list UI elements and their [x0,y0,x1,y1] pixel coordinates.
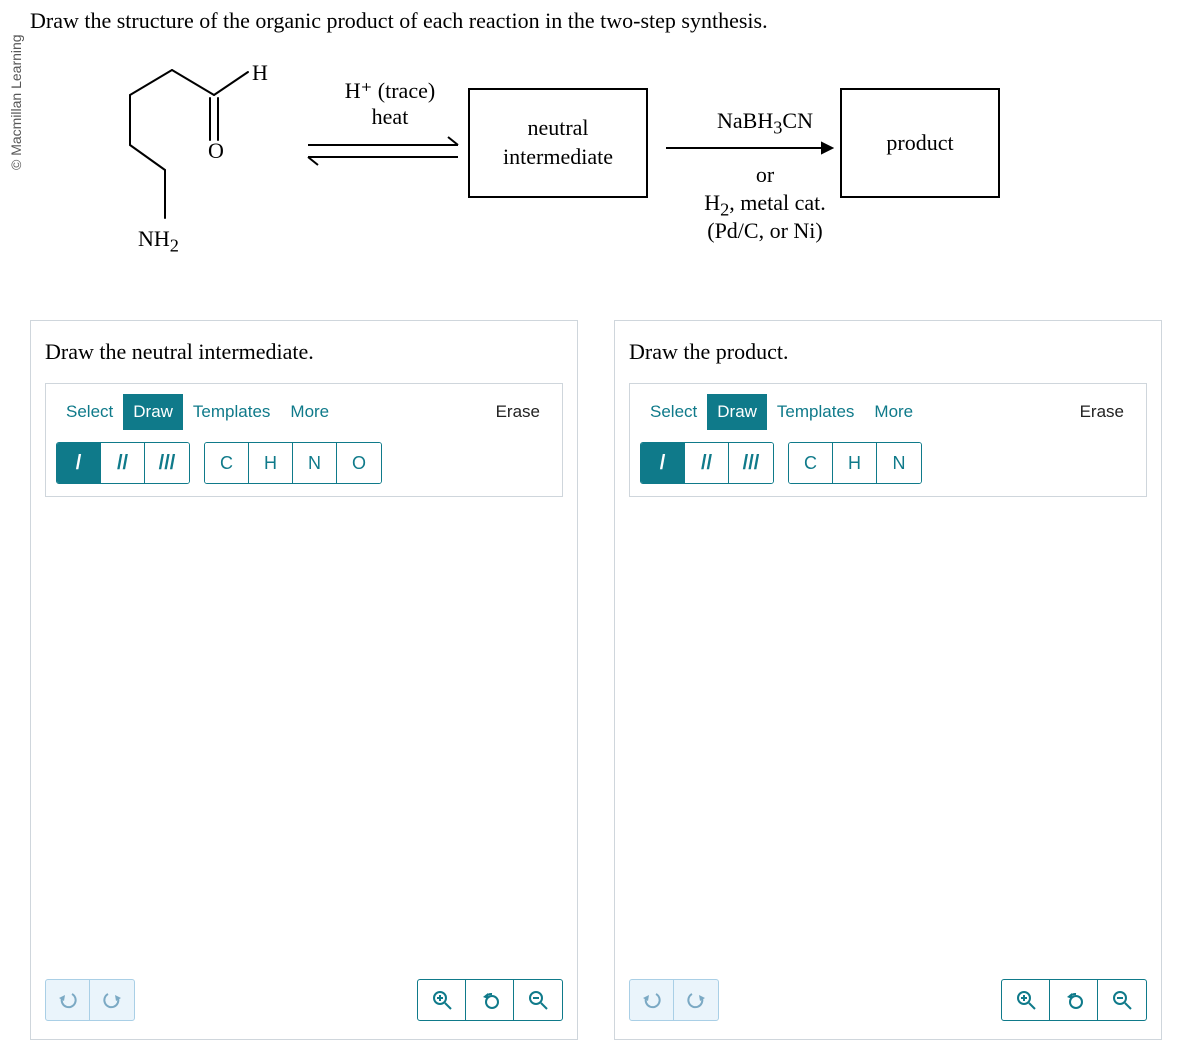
step1-conditions: H⁺ (trace) heat [320,78,460,130]
atom-c-button[interactable]: C [789,443,833,483]
triple-bond-button[interactable]: /// [729,443,773,483]
triple-bond-button[interactable]: /// [145,443,189,483]
equilibrium-arrow-icon [298,135,468,169]
panel-intermediate: Draw the neutral intermediate. Select Dr… [30,320,578,1040]
bottom-toolbar [45,979,563,1021]
atom-o-button[interactable]: O [337,443,381,483]
toolbar: Select Draw Templates More Erase / // //… [629,383,1147,497]
zoom-out-icon [1111,989,1133,1011]
tab-select[interactable]: Select [56,394,123,430]
single-bond-button[interactable]: / [641,443,685,483]
atom-n-button[interactable]: N [293,443,337,483]
toolbar: Select Draw Templates More Erase / // //… [45,383,563,497]
tab-more[interactable]: More [864,394,923,430]
zoom-out-button[interactable] [514,980,562,1020]
zoom-reset-icon [479,989,501,1011]
redo-button[interactable] [674,980,718,1020]
tab-templates[interactable]: Templates [767,394,864,430]
zoom-out-icon [527,989,549,1011]
atom-group: C H N O [204,442,382,484]
step2-reagent-a: NaBH3CN [680,108,850,138]
tab-select[interactable]: Select [640,394,707,430]
intermediate-box: neutral intermediate [468,88,648,198]
zoom-out-button[interactable] [1098,980,1146,1020]
zoom-group [1001,979,1147,1021]
erase-button[interactable]: Erase [484,394,552,430]
bottom-toolbar [629,979,1147,1021]
bond-group: / // /// [640,442,774,484]
panel-product: Draw the product. Select Draw Templates … [614,320,1162,1040]
atom-h-button[interactable]: H [833,443,877,483]
zoom-in-icon [1015,989,1037,1011]
tab-templates[interactable]: Templates [183,394,280,430]
product-box: product [840,88,1000,198]
zoom-in-icon [431,989,453,1011]
zoom-reset-button[interactable] [466,980,514,1020]
redo-icon [102,990,122,1010]
zoom-reset-button[interactable] [1050,980,1098,1020]
amine-label: NH2 [138,226,179,256]
intermediate-box-label: neutral intermediate [503,114,613,171]
undo-button[interactable] [630,980,674,1020]
aldehyde-h-label: H [252,60,268,86]
undo-button[interactable] [46,980,90,1020]
copyright-text: © Macmillan Learning [8,34,24,170]
double-bond-button[interactable]: // [685,443,729,483]
product-box-label: product [886,129,953,158]
undo-icon [58,990,78,1010]
svg-text:O: O [208,138,224,163]
reaction-arrow-icon [664,138,834,158]
atom-n-button[interactable]: N [877,443,921,483]
tab-row: Select Draw Templates More Erase [640,394,1136,430]
reaction-scheme: O H NH2 H⁺ (trace) heat neutral intermed… [30,40,1030,300]
panel-title: Draw the neutral intermediate. [45,339,563,365]
tab-draw[interactable]: Draw [123,394,183,430]
atom-h-button[interactable]: H [249,443,293,483]
step2-reagent-b: H2, metal cat. [680,190,850,220]
atom-c-button[interactable]: C [205,443,249,483]
atom-group: C H N [788,442,922,484]
history-group [629,979,719,1021]
zoom-group [417,979,563,1021]
zoom-in-button[interactable] [1002,980,1050,1020]
double-bond-button[interactable]: // [101,443,145,483]
erase-button[interactable]: Erase [1068,394,1136,430]
tab-draw[interactable]: Draw [707,394,767,430]
zoom-in-button[interactable] [418,980,466,1020]
undo-icon [642,990,662,1010]
tool-row: / // /// C H N O [56,442,552,484]
question-text: Draw the structure of the organic produc… [30,8,768,34]
step2-or: or [680,162,850,188]
bond-group: / // /// [56,442,190,484]
drawing-panels: Draw the neutral intermediate. Select Dr… [30,320,1162,1040]
tool-row: / // /// C H N [640,442,1136,484]
tab-row: Select Draw Templates More Erase [56,394,552,430]
history-group [45,979,135,1021]
redo-icon [686,990,706,1010]
redo-button[interactable] [90,980,134,1020]
step2-reagent-c: (Pd/C, or Ni) [680,218,850,244]
single-bond-button[interactable]: / [57,443,101,483]
panel-title: Draw the product. [629,339,1147,365]
zoom-reset-icon [1063,989,1085,1011]
tab-more[interactable]: More [280,394,339,430]
